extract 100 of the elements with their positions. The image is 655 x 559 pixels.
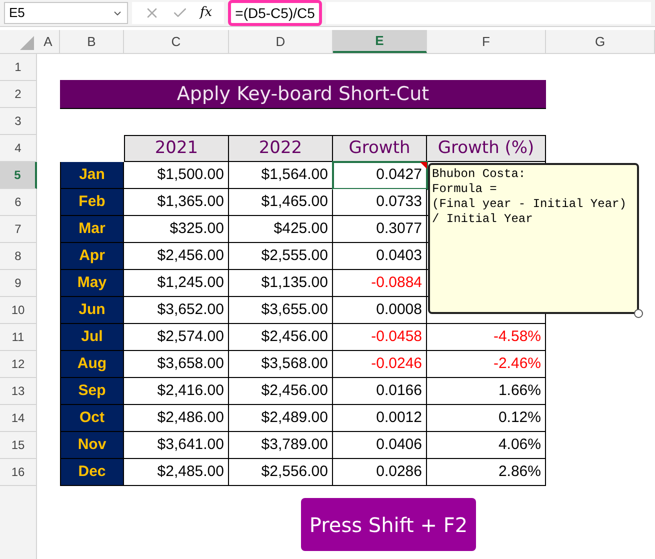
amount-cell-text: $2,556.00 (261, 462, 328, 482)
growth-value: 0.0403 (376, 246, 422, 266)
column-header[interactable]: G (546, 30, 655, 53)
comment-line: (Final year - Initial Year) (432, 197, 626, 212)
month-cell: Apr (60, 243, 124, 270)
percent-cell-text: 1.66% (498, 380, 541, 401)
amount-cell-text: $2,456.00 (261, 326, 328, 347)
column-heading: Growth (333, 135, 427, 162)
month-cell: Jul (60, 324, 124, 351)
row-header[interactable]: 6 (0, 189, 37, 216)
growth-value: 0.0008 (376, 300, 422, 320)
formula-field[interactable]: =(D5-C5)/C5 (228, 0, 322, 26)
growth-value: 0.0406 (376, 434, 422, 455)
row-header[interactable]: 11 (0, 324, 37, 351)
percent-cell-text: 4.06% (498, 434, 541, 455)
row-header[interactable]: 3 (0, 108, 37, 135)
name-box[interactable]: E5 (4, 2, 128, 24)
column-heading: 2021 (124, 135, 229, 162)
amount-cell-text: $2,489.00 (261, 408, 328, 428)
row-header[interactable]: 5 (0, 162, 37, 189)
row-header[interactable]: 16 (0, 459, 37, 486)
amount-cell-text: $2,485.00 (157, 462, 224, 482)
comment-line: Bhubon Costa: (432, 167, 526, 182)
growth-cell[interactable]: 0.0286 (333, 459, 427, 486)
amount-cell-text: $2,416.00 (157, 380, 224, 401)
row-header[interactable]: 12 (0, 351, 37, 378)
month-cell: Jun (60, 297, 124, 324)
growth-cell[interactable]: 0.0733 (333, 189, 427, 216)
amount-cell-text: $425.00 (274, 218, 328, 239)
column-header[interactable]: B (60, 30, 124, 53)
amount-cell-text: $1,365.00 (157, 192, 224, 212)
row-header[interactable]: 14 (0, 405, 37, 432)
column-header[interactable]: E (333, 30, 427, 53)
row-header[interactable]: 1 (0, 54, 37, 81)
growth-value: 0.3077 (376, 218, 422, 239)
amount-cell-text: $1,465.00 (261, 192, 328, 212)
amount-cell-text: $1,245.00 (157, 272, 224, 293)
amount-cell-text: $3,655.00 (261, 300, 328, 320)
growth-cell[interactable]: 0.0427 (333, 162, 427, 189)
month-cell: Dec (60, 459, 124, 486)
month-cell: Jan (60, 162, 124, 189)
column-header[interactable]: C (124, 30, 229, 53)
amount-cell-text: $1,135.00 (261, 272, 328, 293)
row-header[interactable]: 2 (0, 81, 37, 108)
percent-cell-text: 0.12% (498, 408, 541, 428)
row-header[interactable]: 10 (0, 297, 37, 324)
function-button[interactable]: fx (200, 3, 212, 23)
growth-value: 0.0427 (376, 164, 422, 185)
comment-line: / Initial Year (432, 212, 533, 227)
growth-cell[interactable]: 0.0008 (333, 297, 427, 324)
month-cell: Sep (60, 378, 124, 405)
column-heading: Growth (%) (427, 135, 546, 162)
row-header[interactable]: 9 (0, 270, 37, 297)
amount-cell-text: $1,564.00 (261, 164, 328, 185)
amount-cell-text: $3,789.00 (261, 434, 328, 455)
growth-cell[interactable]: 0.0403 (333, 243, 427, 270)
growth-value: 0.0286 (376, 462, 422, 482)
growth-cell[interactable]: -0.0884 (333, 270, 427, 297)
column-heading: 2022 (229, 135, 333, 162)
growth-cell[interactable]: -0.0246 (333, 351, 427, 378)
month-cell: May (60, 270, 124, 297)
month-cell: Nov (60, 432, 124, 459)
amount-cell-text: $2,574.00 (157, 326, 224, 347)
shortcut-banner: Press Shift + F2 (301, 498, 476, 551)
growth-cell[interactable]: 0.0012 (333, 405, 427, 432)
column-header[interactable]: F (427, 30, 546, 53)
growth-value: 0.0166 (376, 380, 422, 401)
amount-cell-text: $3,658.00 (157, 354, 224, 374)
row-header[interactable]: 4 (0, 135, 37, 162)
growth-cell[interactable]: 0.0166 (333, 378, 427, 405)
growth-cell[interactable]: 0.3077 (333, 216, 427, 243)
amount-cell-text: $2,456.00 (157, 246, 224, 266)
amount-cell-text: $3,568.00 (261, 354, 328, 374)
amount-cell-text: $2,555.00 (261, 246, 328, 266)
growth-value: -0.0458 (371, 326, 422, 347)
amount-cell-text: $1,500.00 (157, 164, 224, 185)
amount-cell-text: $3,652.00 (157, 300, 224, 320)
month-cell: Aug (60, 351, 124, 378)
month-cell: Oct (60, 405, 124, 432)
resize-handle-icon[interactable] (634, 309, 643, 318)
growth-cell[interactable]: 0.0406 (333, 432, 427, 459)
month-cell: Feb (60, 189, 124, 216)
amount-cell-text: $2,486.00 (157, 408, 224, 428)
percent-cell-text: 2.86% (498, 462, 541, 482)
row-header[interactable]: 15 (0, 432, 37, 459)
growth-cell[interactable]: -0.0458 (333, 324, 427, 351)
growth-value: -0.0884 (371, 272, 422, 293)
row-header[interactable]: 13 (0, 378, 37, 405)
amount-cell-text: $3,641.00 (157, 434, 224, 455)
amount-cell-text: $2,456.00 (261, 380, 328, 401)
growth-value: 0.0733 (376, 192, 422, 212)
row-header[interactable]: 7 (0, 216, 37, 243)
month-cell: Mar (60, 216, 124, 243)
percent-cell-text: -4.58% (493, 326, 541, 347)
percent-cell-text: -2.46% (493, 354, 541, 374)
amount-cell-text: $325.00 (170, 218, 224, 239)
row-header[interactable]: 8 (0, 243, 37, 270)
growth-value: 0.0012 (376, 408, 422, 428)
title-banner: Apply Key-board Short-Cut (60, 80, 546, 109)
column-header[interactable]: A (37, 30, 60, 53)
